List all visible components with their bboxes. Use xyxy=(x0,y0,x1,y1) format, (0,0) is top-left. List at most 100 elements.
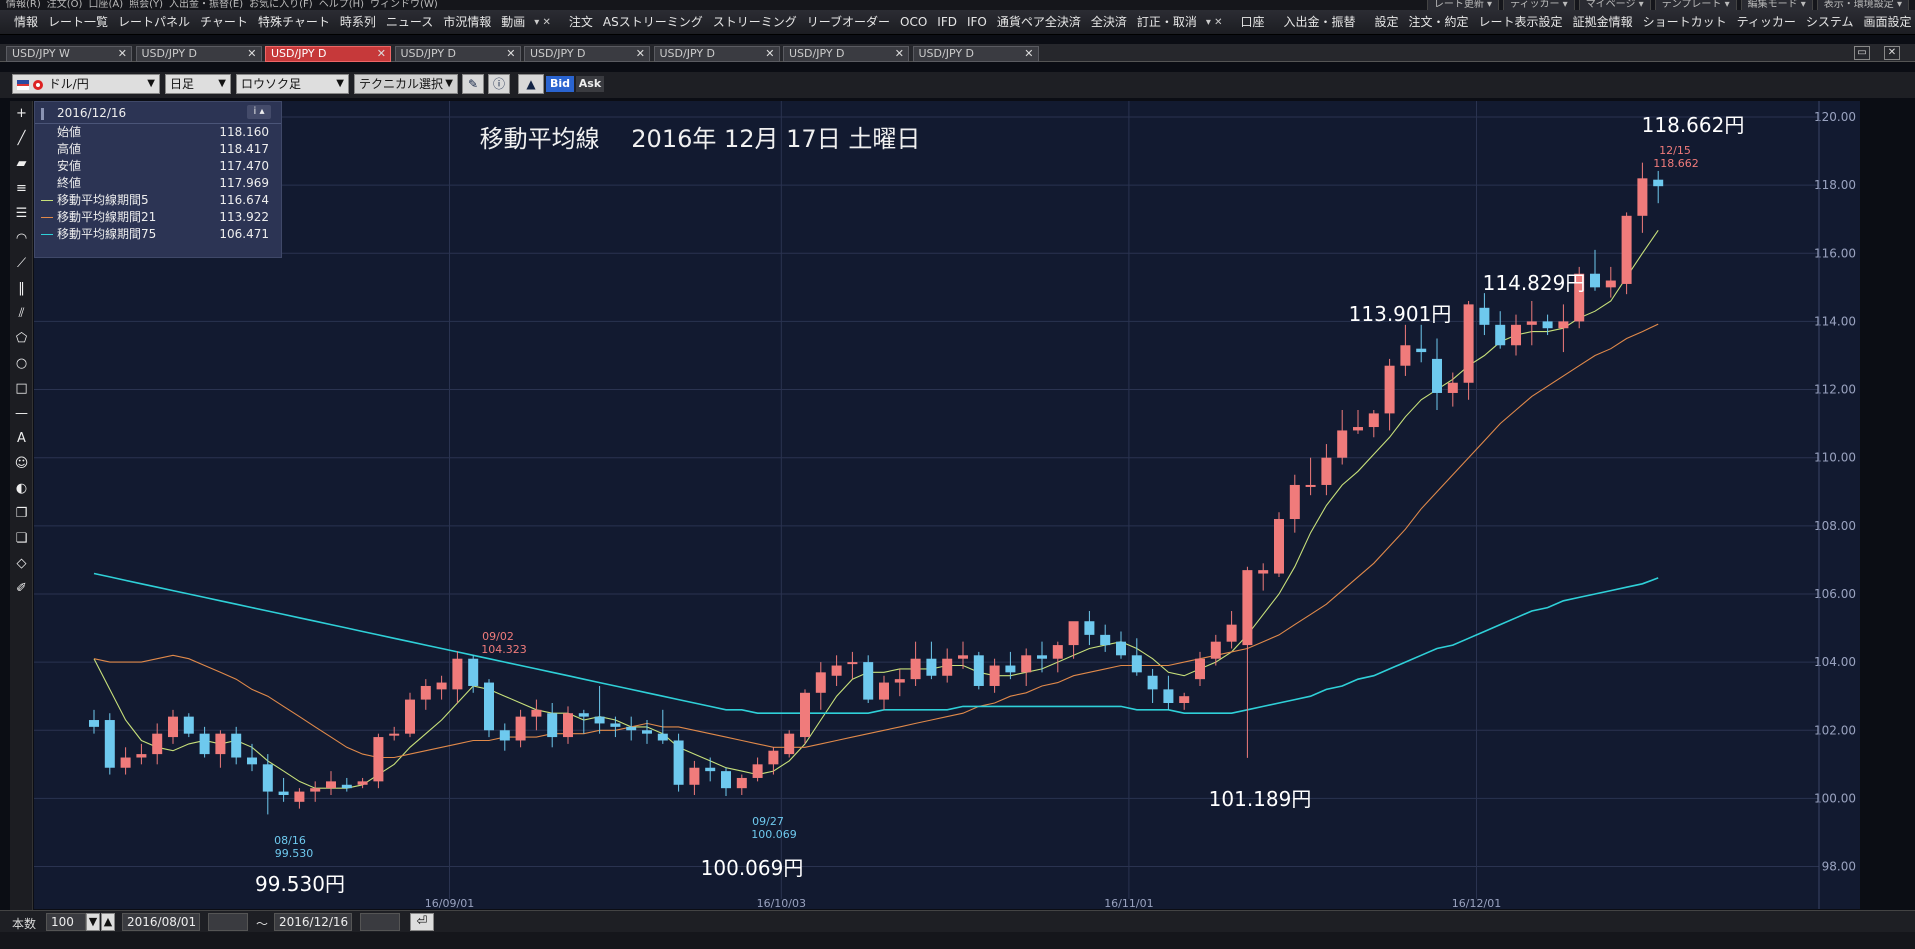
chart-shape-icon[interactable]: ▲ xyxy=(518,74,544,94)
apply-range-button[interactable]: ⏎ xyxy=(410,913,434,931)
toolbar-button[interactable]: チャート xyxy=(195,10,253,34)
chart-tab[interactable]: USD/JPY D ✕ xyxy=(135,46,262,62)
toolbar-button[interactable]: 通貨ペア全決済 xyxy=(992,10,1086,34)
toolbar-button[interactable]: 動画 xyxy=(496,10,530,34)
toolbar-button[interactable]: レートパネル xyxy=(113,10,195,34)
toolbar-button[interactable]: 口座 xyxy=(1235,10,1269,34)
toolbar-button[interactable]: リーブオーダー xyxy=(802,10,895,34)
menubar-dropdown-button[interactable]: 編集モード ▾ xyxy=(1740,0,1813,10)
toolbar-button[interactable]: ティッカー xyxy=(1732,10,1801,34)
chart-tab[interactable]: USD/JPY D ✕ xyxy=(265,46,391,62)
menu-item[interactable]: お気に入り(F) xyxy=(249,0,313,10)
pointer-icon[interactable]: ◐ xyxy=(11,478,32,499)
menu-item[interactable]: 入出金・振替(E) xyxy=(169,0,243,10)
chart-area[interactable]: 98.00 100.00 102.00 104.00 106.00 108.00 110.0… xyxy=(34,101,1860,909)
close-icon[interactable]: ✕ xyxy=(1024,47,1033,61)
menu-item[interactable]: 注文(O) xyxy=(47,0,83,10)
arc-icon[interactable]: ◠ xyxy=(11,228,32,249)
menu-item[interactable]: ウィンドウ(W) xyxy=(370,0,438,10)
smiley-icon[interactable]: ☺ xyxy=(11,453,32,474)
toolbar-button[interactable]: レート表示設定 xyxy=(1474,10,1568,34)
menu-item[interactable]: ヘルプ(H) xyxy=(319,0,364,10)
trend-line-icon[interactable]: ╱ xyxy=(11,128,32,149)
close-icon[interactable]: ✕ xyxy=(895,47,904,61)
toolbar-button[interactable]: 設定 xyxy=(1370,10,1404,34)
toolbar-button[interactable]: OCO xyxy=(895,10,932,34)
close-window-button[interactable]: ✕ xyxy=(1884,46,1900,60)
paste-icon[interactable]: ❏ xyxy=(11,528,32,549)
bar-count-input[interactable]: 100 xyxy=(46,913,86,931)
toolbar-button[interactable]: 時系列 xyxy=(335,10,381,34)
toolbar-button[interactable]: 注文・約定 xyxy=(1404,10,1474,34)
toolbar-button[interactable]: 注文 xyxy=(564,10,598,34)
channel-icon[interactable]: ⫽ xyxy=(11,303,32,324)
toolbar-button[interactable]: ストリーミング xyxy=(708,10,802,34)
text-icon[interactable]: A xyxy=(11,428,32,449)
chart-tab[interactable]: USD/JPY W ✕ xyxy=(6,46,132,62)
chart-tab[interactable]: USD/JPY D ✕ xyxy=(783,46,909,62)
chart-tab[interactable]: USD/JPY D ✕ xyxy=(394,46,521,62)
chart-type-select[interactable]: ロウソク足 ▼ xyxy=(236,74,349,94)
candlestick-chart[interactable]: 98.00 100.00 102.00 104.00 106.00 108.00 110.0… xyxy=(34,101,1860,909)
count-up-icon[interactable]: ▲ xyxy=(101,913,115,931)
rectangle-icon[interactable]: □ xyxy=(11,378,32,399)
toolbar-button[interactable]: 全決済 xyxy=(1086,10,1132,34)
count-down-icon[interactable]: ▼ xyxy=(86,913,100,931)
close-icon[interactable]: ✕ xyxy=(118,47,127,61)
crosshair-icon[interactable]: + xyxy=(11,103,32,124)
ask-toggle[interactable]: Ask xyxy=(576,76,604,92)
horizontal-lines-icon[interactable]: ≡ xyxy=(11,178,32,199)
hline-icon[interactable]: — xyxy=(11,403,32,424)
vertical-lines-icon[interactable]: ‖ xyxy=(11,278,32,299)
ruler-icon[interactable]: ▰ xyxy=(11,153,32,174)
circle-icon[interactable]: ○ xyxy=(11,353,32,374)
toolbar-button[interactable]: 特殊チャート xyxy=(253,10,335,34)
close-icon[interactable]: ✕ xyxy=(377,47,386,61)
toolbar-more-icon[interactable]: ▾ ✕ xyxy=(530,17,555,28)
chart-tab[interactable]: USD/JPY D ✕ xyxy=(653,46,780,62)
fan-icon[interactable]: ⟋ xyxy=(11,253,32,274)
info-toggle-icon[interactable]: i ▴ xyxy=(247,105,271,119)
technical-select-button[interactable]: テクニカル選択 ▼ xyxy=(354,74,458,94)
toolbar-button[interactable]: 市況情報 xyxy=(438,10,496,34)
clear-all-icon[interactable]: ✐ xyxy=(11,578,32,599)
end-date-input[interactable]: 2016/12/16 xyxy=(274,913,352,931)
menubar-dropdown-button[interactable]: レート更新 ▾ xyxy=(1426,0,1500,10)
toolbar-button[interactable]: IFD xyxy=(932,10,962,34)
menubar-dropdown-button[interactable]: マイページ ▾ xyxy=(1578,0,1651,10)
menu-item[interactable]: 情報(R) xyxy=(6,0,41,10)
toolbar-button[interactable]: ショートカット xyxy=(1638,10,1732,34)
restore-window-button[interactable]: ▭ xyxy=(1854,46,1870,60)
menubar-dropdown-button[interactable]: テンプレート ▾ xyxy=(1654,0,1737,10)
menu-item[interactable]: 照会(Y) xyxy=(129,0,163,10)
eraser-icon[interactable]: ◇ xyxy=(11,553,32,574)
end-time-input[interactable] xyxy=(360,913,400,931)
toolbar-button[interactable]: 画面設定 xyxy=(1859,10,1915,34)
toolbar-button[interactable]: ASストリーミング xyxy=(598,10,708,34)
menu-item[interactable]: 口座(A) xyxy=(88,0,123,10)
fibonacci-icon[interactable]: ☰ xyxy=(11,203,32,224)
period-select[interactable]: 日足 ▼ xyxy=(165,74,231,94)
menubar-dropdown-button[interactable]: 表示・環境設定 ▾ xyxy=(1816,0,1909,10)
toolbar-button[interactable]: 情報 xyxy=(9,10,43,34)
start-date-input[interactable]: 2016/08/01 xyxy=(122,913,200,931)
toolbar-more-icon[interactable]: ▾ ✕ xyxy=(1202,17,1227,28)
bid-toggle[interactable]: Bid xyxy=(546,76,574,92)
close-icon[interactable]: ✕ xyxy=(506,47,515,61)
currency-pair-select[interactable]: ドル/円 ▼ xyxy=(12,74,160,94)
chart-tab[interactable]: USD/JPY D ✕ xyxy=(912,46,1039,62)
copy-icon[interactable]: ❐ xyxy=(11,503,32,524)
start-time-input[interactable] xyxy=(208,913,248,931)
chart-tab[interactable]: USD/JPY D ✕ xyxy=(524,46,650,62)
toolbar-button[interactable]: ニュース xyxy=(381,10,438,34)
pen-icon[interactable]: ✎ xyxy=(462,74,484,94)
close-icon[interactable]: ✕ xyxy=(765,47,774,61)
close-icon[interactable]: ✕ xyxy=(247,47,256,61)
pentagon-icon[interactable]: ⬠ xyxy=(11,328,32,349)
toolbar-button[interactable]: 証拠金情報 xyxy=(1568,10,1638,34)
toolbar-button[interactable]: 訂正・取消 xyxy=(1132,10,1202,34)
toolbar-button[interactable]: レート一覧 xyxy=(43,10,113,34)
menubar-dropdown-button[interactable]: ティッカー ▾ xyxy=(1503,0,1575,10)
toolbar-button[interactable]: システム xyxy=(1801,10,1859,34)
toolbar-button[interactable]: 入出金・振替 xyxy=(1279,10,1361,34)
